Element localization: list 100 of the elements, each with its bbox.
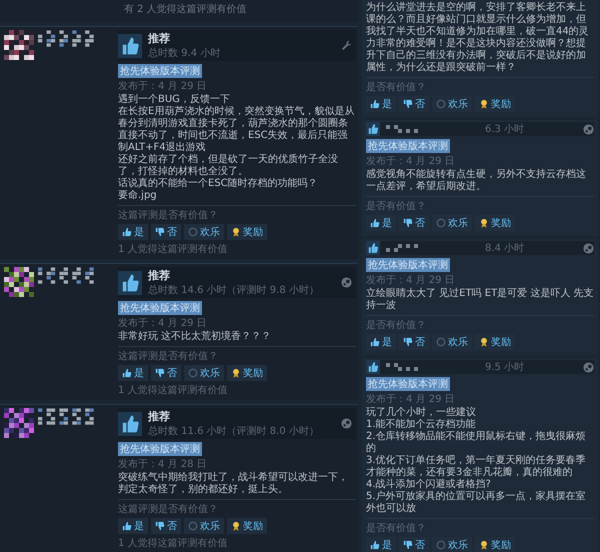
vote-button[interactable]: 奖励 xyxy=(475,96,515,112)
posted-date: 发布于：4 月 29 日 xyxy=(366,274,456,287)
vote-button[interactable]: 奖励 xyxy=(227,224,267,240)
vote-button[interactable]: 否 xyxy=(151,518,181,534)
thumbs-up-icon xyxy=(118,412,142,436)
vote-button[interactable]: 欢乐 xyxy=(184,365,224,381)
vote-button[interactable]: 欢乐 xyxy=(432,96,472,112)
helpful-prompt: 这篇评测是否有价值？ xyxy=(118,350,219,363)
playtime-text: 总时数 11.6 小时（评测时 8.0 小时） xyxy=(148,424,320,438)
vote-button[interactable]: 否 xyxy=(151,365,181,381)
review-text: 4.战斗添加个闪避或者格挡? xyxy=(366,479,492,490)
thumbs-down-icon xyxy=(403,218,413,228)
vote-button[interactable]: 欢乐 xyxy=(184,224,224,240)
review-text: 突破练气中期给我打吐了，战斗希望可以改进一下，判定太奇怪了，别的都还好，挺上头。 xyxy=(118,472,349,496)
vote-button[interactable]: 否 xyxy=(399,215,429,231)
smiley-icon xyxy=(436,99,446,109)
medal-icon xyxy=(479,99,489,109)
medal-icon xyxy=(231,368,241,378)
early-access-badge: 抢先体验版本评测 xyxy=(366,258,450,272)
early-access-badge: 抢先体验版本评测 xyxy=(118,301,202,315)
review-text: 5.户外可放家具的位置可以再多一点，家具摆在室外也可以放 xyxy=(366,491,587,515)
helpful-prompt: 是否有价值？ xyxy=(366,319,427,332)
helpful-count: 1 人觉得这篇评测有价值 xyxy=(118,536,229,550)
smiley-icon xyxy=(436,218,446,228)
posted-date: 发布于：4 月 29 日 xyxy=(118,317,208,330)
vote-button[interactable]: 是 xyxy=(366,537,396,552)
playtime-text: 总时数 14.6 小时（评测时 9.8 小时） xyxy=(148,284,320,297)
wrench-icon xyxy=(341,40,352,51)
helpful-prompt: 这篇评测是否有价值？ xyxy=(118,208,219,222)
posted-date: 发布于：4 月 28 日 xyxy=(118,458,208,471)
review-text: 为什么讲堂进去是空的啊，安排了客卿长老不来上课的么？而且好像站门口就显示什么修为增加，但我找了半天也不知道修为加在哪里，破一直44的灵力非常的难受啊！是不是这块内容还没做啊？想提升下自己的三维没有办法啊，突破后不是说好的加属性，为什么还是跟突破前一样？ xyxy=(366,2,590,74)
thumbs-down-icon xyxy=(403,337,413,347)
vote-button[interactable]: 欢乐 xyxy=(432,215,472,231)
thumbs-up-icon xyxy=(370,99,380,109)
playtime-text: 总时数 9.4 小时 xyxy=(148,46,222,60)
posted-date: 发布于：4 月 29 日 xyxy=(118,80,208,93)
thumbs-up-icon xyxy=(370,540,380,550)
vote-button[interactable]: 否 xyxy=(399,334,429,350)
early-access-badge: 抢先体验版本评测 xyxy=(366,377,450,391)
vote-button[interactable]: 否 xyxy=(399,537,429,552)
review-text: 遇到一个BUG，反馈一下 xyxy=(118,94,231,106)
playtime-text: 6.3 小时 xyxy=(484,122,526,136)
thumbs-up-icon xyxy=(118,34,142,58)
vote-button[interactable]: 是 xyxy=(366,215,396,231)
helpful-prompt: 是否有价值？ xyxy=(366,81,427,94)
smiley-icon xyxy=(188,227,198,237)
vote-button[interactable]: 是 xyxy=(366,334,396,350)
vote-button[interactable]: 是 xyxy=(366,96,396,112)
vote-button[interactable]: 是 xyxy=(118,224,148,240)
review-text: 2.仓库转移物品能不能使用鼠标右键，拖曳很麻烦的 xyxy=(366,431,587,454)
early-access-badge: 抢先体验版本评测 xyxy=(118,64,202,78)
vote-button[interactable]: 奖励 xyxy=(475,334,515,350)
thumbs-down-icon xyxy=(403,99,413,109)
vote-button[interactable]: 奖励 xyxy=(227,365,267,381)
thumbs-up-icon xyxy=(122,521,132,531)
smiley-icon xyxy=(188,521,198,531)
thumbs-down-icon xyxy=(155,368,165,378)
vote-button[interactable]: 奖励 xyxy=(227,518,267,534)
helpful-prompt: 这篇评测是否有价值？ xyxy=(118,502,219,516)
medal-icon xyxy=(479,218,489,228)
thumbs-up-icon xyxy=(118,270,142,294)
medal-icon xyxy=(231,521,241,531)
vote-button[interactable]: 是 xyxy=(118,518,148,534)
helpful-prompt: 是否有价值？ xyxy=(366,200,427,213)
pixelated-avatar-drawing xyxy=(4,30,34,60)
recommendation-label: 推荐 xyxy=(148,409,171,424)
thumbs-down-icon xyxy=(155,227,165,237)
thumbs-up-icon xyxy=(370,218,380,228)
vote-button[interactable]: 奖励 xyxy=(475,215,515,231)
thumbs-down-icon xyxy=(403,540,413,550)
vote-button[interactable]: 欢乐 xyxy=(432,334,472,350)
posted-date: 发布于：4 月 29 日 xyxy=(366,155,456,168)
pixelated-avatar-drawing xyxy=(4,267,34,297)
smiley-icon xyxy=(436,337,446,347)
thumbs-up-icon xyxy=(122,227,132,237)
thumbs-up-icon xyxy=(122,368,132,378)
helpful-count: 1 人觉得这篇评测有价值 xyxy=(118,242,229,256)
pixelated-avatar-drawing xyxy=(4,408,34,438)
vote-button[interactable]: 否 xyxy=(151,224,181,240)
vote-button[interactable]: 否 xyxy=(399,96,429,112)
vote-button[interactable]: 欢乐 xyxy=(432,537,472,552)
review-text: 在长按E用葫芦浇水的时候，突然变换节气，貌似是从春分到清明游戏直接卡死了，葫芦浇水的那个圆圈条直接不动了，时间也不流逝，ESC失效，最后只能强制ALT+F4退出游戏 xyxy=(118,106,356,154)
medal-icon xyxy=(231,227,241,237)
vote-button[interactable]: 是 xyxy=(118,365,148,381)
review-text: 要命.jpg xyxy=(118,190,158,202)
vote-button[interactable]: 欢乐 xyxy=(184,518,224,534)
recommendation-label: 推荐 xyxy=(148,31,171,46)
helpful-prompt: 是否有价值？ xyxy=(366,522,427,535)
review-text: 还好之前存了个档，但是砍了一天的优质竹子全没了，打怪掉的材料也全没了。 xyxy=(118,154,339,178)
recommendation-label: 推荐 xyxy=(148,268,171,283)
review-text: 感觉视角不能旋转有点生硬，另外不支持云存档这一点差评，希望后期改进。 xyxy=(366,169,587,193)
medal-icon xyxy=(479,337,489,347)
smiley-icon xyxy=(436,540,446,550)
early-access-badge: 抢先体验版本评测 xyxy=(366,139,450,153)
review-text: 1.能不能加个云存档功能 xyxy=(366,419,477,430)
medal-icon xyxy=(479,540,489,550)
thumbs-up-icon xyxy=(366,241,380,255)
posted-date: 发布于：4 月 29 日 xyxy=(366,393,456,406)
review-text: 玩了几个小时，一些建议 xyxy=(366,407,477,418)
vote-button[interactable]: 奖励 xyxy=(475,537,515,552)
